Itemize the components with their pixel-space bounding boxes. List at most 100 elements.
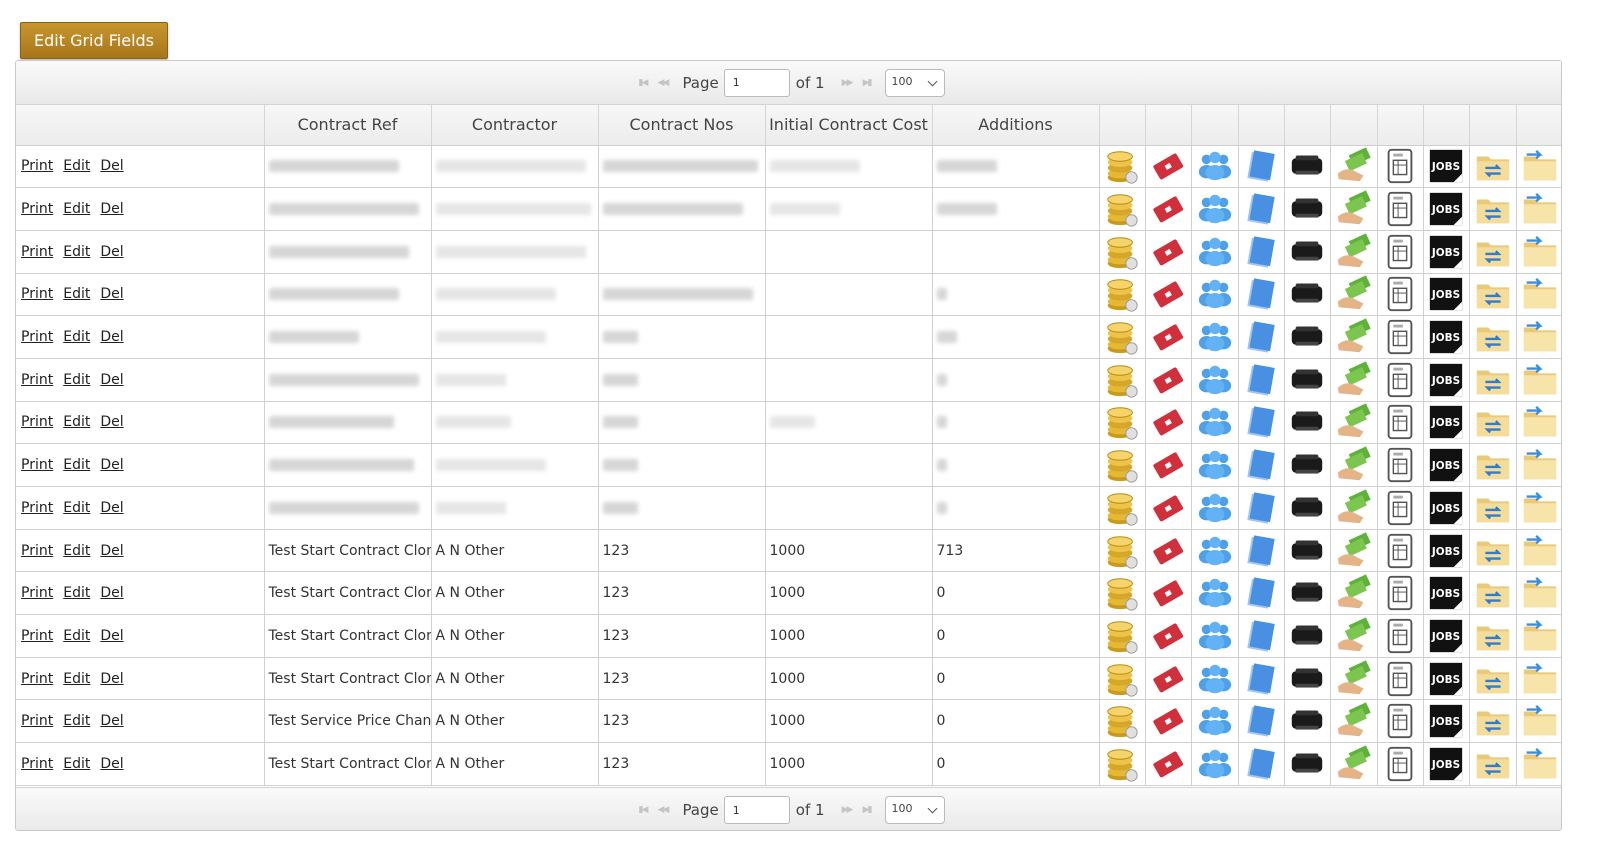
ticket-action[interactable]	[1144, 315, 1192, 359]
invoice-action[interactable]	[1376, 656, 1424, 701]
print-link[interactable]: Print	[21, 585, 53, 601]
edit-link[interactable]: Edit	[63, 756, 90, 772]
edit-link[interactable]: Edit	[63, 201, 90, 217]
delete-link[interactable]: Del	[100, 585, 123, 601]
jobs-action[interactable]: JOBS	[1422, 443, 1470, 487]
payment-action[interactable]	[1329, 229, 1378, 274]
print-link[interactable]: Print	[21, 244, 53, 260]
column-header[interactable]: Contractor	[430, 105, 598, 146]
ticket-action[interactable]	[1144, 443, 1192, 487]
document-action[interactable]	[1237, 229, 1285, 274]
edit-link[interactable]: Edit	[63, 543, 90, 559]
document-action[interactable]	[1237, 272, 1285, 317]
document-action[interactable]	[1237, 443, 1285, 487]
ticket-action[interactable]	[1144, 144, 1192, 189]
people-action[interactable]	[1190, 400, 1239, 445]
page-input[interactable]	[723, 796, 790, 824]
delete-link[interactable]: Del	[100, 457, 123, 473]
folder-arrow-action[interactable]	[1515, 400, 1561, 445]
coins-action[interactable]	[1098, 486, 1146, 530]
prev-page-icon[interactable]: ◀◀	[652, 805, 672, 815]
folder-sync-action[interactable]	[1468, 443, 1517, 487]
edit-link[interactable]: Edit	[63, 372, 90, 388]
document-action[interactable]	[1237, 571, 1285, 616]
jobs-action[interactable]: JOBS	[1422, 486, 1470, 530]
folder-sync-action[interactable]	[1468, 528, 1517, 573]
print-link[interactable]: Print	[21, 457, 53, 473]
document-action[interactable]	[1237, 315, 1285, 359]
printer-action[interactable]	[1283, 656, 1331, 701]
page-input[interactable]	[723, 68, 790, 97]
edit-link[interactable]: Edit	[63, 244, 90, 260]
folder-arrow-action[interactable]	[1515, 699, 1561, 744]
folder-sync-action[interactable]	[1468, 486, 1517, 530]
next-page-icon[interactable]: ▶▶	[837, 805, 857, 815]
payment-action[interactable]	[1329, 400, 1378, 445]
document-action[interactable]	[1237, 400, 1285, 445]
jobs-action[interactable]: JOBS	[1422, 656, 1470, 701]
folder-arrow-action[interactable]	[1515, 614, 1561, 658]
document-action[interactable]	[1237, 528, 1285, 573]
jobs-action[interactable]: JOBS	[1422, 229, 1470, 274]
coins-action[interactable]	[1098, 614, 1146, 658]
invoice-action[interactable]	[1376, 315, 1424, 359]
delete-link[interactable]: Del	[100, 628, 123, 644]
coins-action[interactable]	[1098, 187, 1146, 231]
payment-action[interactable]	[1329, 528, 1378, 573]
printer-action[interactable]	[1283, 272, 1331, 317]
coins-action[interactable]	[1098, 144, 1146, 189]
printer-action[interactable]	[1283, 315, 1331, 359]
people-action[interactable]	[1190, 315, 1239, 359]
invoice-action[interactable]	[1376, 357, 1424, 402]
payment-action[interactable]	[1329, 187, 1378, 231]
ticket-action[interactable]	[1144, 656, 1192, 701]
payment-action[interactable]	[1329, 272, 1378, 317]
ticket-action[interactable]	[1144, 699, 1192, 744]
jobs-action[interactable]: JOBS	[1422, 528, 1470, 573]
edit-link[interactable]: Edit	[63, 500, 90, 516]
edit-link[interactable]: Edit	[63, 671, 90, 687]
folder-arrow-action[interactable]	[1515, 528, 1561, 573]
ticket-action[interactable]	[1144, 272, 1192, 317]
jobs-action[interactable]: JOBS	[1422, 315, 1470, 359]
folder-sync-action[interactable]	[1468, 229, 1517, 274]
ticket-action[interactable]	[1144, 357, 1192, 402]
print-link[interactable]: Print	[21, 756, 53, 772]
ticket-action[interactable]	[1144, 229, 1192, 274]
ticket-action[interactable]	[1144, 742, 1192, 786]
people-action[interactable]	[1190, 272, 1239, 317]
coins-action[interactable]	[1098, 742, 1146, 786]
print-link[interactable]: Print	[21, 372, 53, 388]
first-page-icon[interactable]: ▮◀	[632, 78, 652, 88]
edit-grid-fields-button[interactable]: Edit Grid Fields	[20, 22, 168, 59]
folder-sync-action[interactable]	[1468, 742, 1517, 786]
coins-action[interactable]	[1098, 357, 1146, 402]
folder-arrow-action[interactable]	[1515, 571, 1561, 616]
coins-action[interactable]	[1098, 571, 1146, 616]
print-link[interactable]: Print	[21, 329, 53, 345]
invoice-action[interactable]	[1376, 229, 1424, 274]
folder-arrow-action[interactable]	[1515, 229, 1561, 274]
invoice-action[interactable]	[1376, 400, 1424, 445]
people-action[interactable]	[1190, 742, 1239, 786]
column-header[interactable]: Initial Contract Cost	[764, 105, 932, 146]
folder-arrow-action[interactable]	[1515, 656, 1561, 701]
people-action[interactable]	[1190, 486, 1239, 530]
ticket-action[interactable]	[1144, 571, 1192, 616]
delete-link[interactable]: Del	[100, 543, 123, 559]
print-link[interactable]: Print	[21, 628, 53, 644]
payment-action[interactable]	[1329, 656, 1378, 701]
people-action[interactable]	[1190, 614, 1239, 658]
coins-action[interactable]	[1098, 229, 1146, 274]
ticket-action[interactable]	[1144, 400, 1192, 445]
folder-sync-action[interactable]	[1468, 144, 1517, 189]
printer-action[interactable]	[1283, 400, 1331, 445]
people-action[interactable]	[1190, 571, 1239, 616]
folder-sync-action[interactable]	[1468, 571, 1517, 616]
ticket-action[interactable]	[1144, 528, 1192, 573]
ticket-action[interactable]	[1144, 486, 1192, 530]
invoice-action[interactable]	[1376, 528, 1424, 573]
people-action[interactable]	[1190, 229, 1239, 274]
payment-action[interactable]	[1329, 443, 1378, 487]
folder-arrow-action[interactable]	[1515, 486, 1561, 530]
